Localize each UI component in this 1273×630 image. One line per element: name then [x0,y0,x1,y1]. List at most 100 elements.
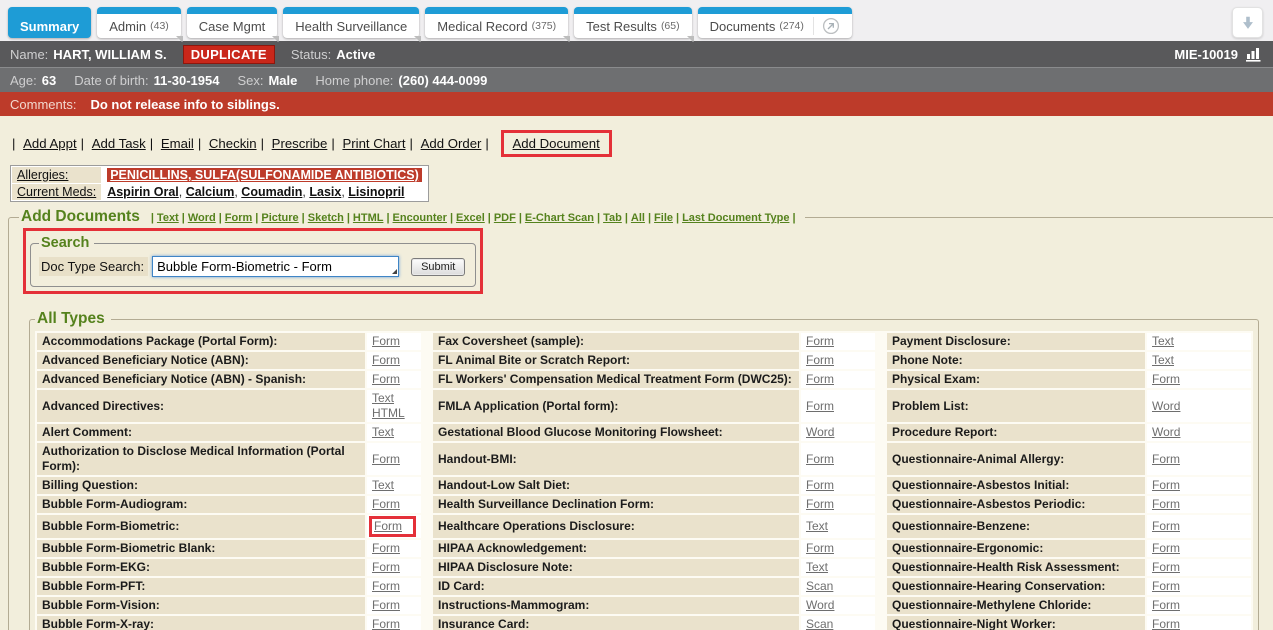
tab-bar-tabs: SummaryAdmin(43)Case MgmtHealth Surveill… [8,7,852,38]
doc-format-cell: Text [1147,352,1251,369]
med-link[interactable]: Aspirin Oral [107,185,179,199]
allergy-values[interactable]: PENICILLINS, SULFA(SULFONAMIDE ANTIBIOTI… [107,168,422,182]
doc-format-link[interactable]: Form [1152,372,1180,386]
tab-health-surveillance[interactable]: Health Surveillance [283,7,419,38]
doc-format-link[interactable]: Form [1152,579,1180,593]
action-link-prescribe[interactable]: Prescribe [272,136,328,151]
doc-format-link[interactable]: Form [372,617,400,630]
doc-format-link[interactable]: Text [806,519,828,533]
doc-format-link[interactable]: Form [1152,519,1180,533]
current-meds-link[interactable]: Current Meds: [17,185,96,199]
tab-medical-record[interactable]: Medical Record(375) [425,7,568,38]
open-in-new-window-icon[interactable] [813,17,840,35]
doc-format-link[interactable]: Form [806,452,834,466]
tab-documents[interactable]: Documents(274) [698,7,852,38]
doc-format-link[interactable]: Form [372,452,400,466]
doc-format-link[interactable]: Form [1152,497,1180,511]
doc-format-link[interactable]: Text [1152,353,1174,367]
doc-format-cell: Text [367,424,421,441]
doc-type-label: Payment Disclosure: [887,333,1145,350]
quick-link-e-chart-scan[interactable]: E-Chart Scan [525,212,594,224]
doc-format-link[interactable]: Form [806,541,834,555]
chart-stats-icon[interactable] [1246,47,1263,62]
doc-format-link[interactable]: Form [372,372,400,386]
doc-format-link[interactable]: Form [1152,598,1180,612]
quick-link-file[interactable]: File [654,212,673,224]
doc-format-link[interactable]: Word [1152,425,1180,439]
doc-format-link[interactable]: Form [1152,617,1180,630]
quick-link-separator: | [792,212,795,224]
doc-format-link[interactable]: Form [372,353,400,367]
doc-format-link[interactable]: Text [372,478,394,492]
doc-format-link[interactable]: Text [1152,334,1174,348]
doc-format-link[interactable]: Form [806,478,834,492]
action-link-print-chart[interactable]: Print Chart [342,136,405,151]
action-link-checkin[interactable]: Checkin [209,136,257,151]
action-link-add-order[interactable]: Add Order [421,136,482,151]
doc-format-link[interactable]: Form [372,334,400,348]
med-link[interactable]: Lisinopril [348,185,404,199]
doc-type-label: Questionnaire-Hearing Conservation: [887,578,1145,595]
quick-link-picture[interactable]: Picture [261,212,298,224]
action-link-email[interactable]: Email [161,136,194,151]
quick-link-form[interactable]: Form [225,212,253,224]
doc-format-link[interactable]: Form [374,519,402,533]
quick-link-text[interactable]: Text [157,212,179,224]
table-row: Bubble Form-Biometric:FormHealthcare Ope… [37,515,1251,538]
quick-link-html[interactable]: HTML [353,212,384,224]
quick-link-tab[interactable]: Tab [603,212,622,224]
doc-format-link[interactable]: Form [806,399,834,413]
doc-format-link[interactable]: Form [806,497,834,511]
quick-link-word[interactable]: Word [188,212,216,224]
action-link-add-document[interactable]: Add Document [513,136,600,151]
quick-link-last-document-type[interactable]: Last Document Type [682,212,789,224]
doc-format-link[interactable]: Form [1152,452,1180,466]
quick-link-encounter[interactable]: Encounter [393,212,447,224]
doc-format-link[interactable]: Scan [806,579,833,593]
download-button[interactable] [1232,7,1263,38]
doc-format-link[interactable]: Form [806,334,834,348]
doc-format-link[interactable]: Word [806,598,834,612]
doc-type-label: Advanced Directives: [37,390,365,422]
quick-link-separator: | [625,212,628,224]
doc-type-search-input[interactable] [152,256,399,277]
doc-format-link[interactable]: Form [372,497,400,511]
tab-case-mgmt[interactable]: Case Mgmt [187,7,277,38]
med-link[interactable]: Coumadin [241,185,302,199]
table-row: Authorization to Disclose Medical Inform… [37,443,1251,475]
doc-format-link[interactable]: Form [1152,560,1180,574]
tab-test-results[interactable]: Test Results(65) [574,7,692,38]
add-documents-legend: Add Documents |Text|Word|Form|Picture|Sk… [19,208,805,226]
quick-link-sketch[interactable]: Sketch [308,212,344,224]
allergies-link[interactable]: Allergies: [17,168,68,182]
doc-format-link[interactable]: Form [372,579,400,593]
doc-format-link[interactable]: Word [806,425,834,439]
quick-link-all[interactable]: All [631,212,645,224]
med-link[interactable]: Calcium [186,185,235,199]
doc-format-link[interactable]: Text [372,425,394,439]
doc-type-label: Insurance Card: [433,616,799,630]
doc-format-link[interactable]: Form [806,353,834,367]
doc-format-link[interactable]: Scan [806,617,833,630]
doc-format-link[interactable]: Form [1152,478,1180,492]
doc-format-link[interactable]: Form [372,560,400,574]
action-link-add-appt[interactable]: Add Appt [23,136,77,151]
doc-format-cell: Scan [801,616,875,630]
submit-button[interactable]: Submit [411,258,465,276]
quick-link-pdf[interactable]: PDF [494,212,516,224]
doc-format-link[interactable]: Form [1152,541,1180,555]
doc-format-link[interactable]: Form [372,598,400,612]
doc-format-link[interactable]: Text [806,560,828,574]
doc-format-link[interactable]: HTML [372,406,405,420]
tab-summary[interactable]: Summary [8,7,91,38]
action-link-add-task[interactable]: Add Task [92,136,146,151]
tab-admin[interactable]: Admin(43) [97,7,181,38]
doc-format-link[interactable]: Word [1152,399,1180,413]
doc-format-link[interactable]: Text [372,391,394,405]
quick-link-excel[interactable]: Excel [456,212,485,224]
med-link[interactable]: Lasix [309,185,341,199]
doc-format-link[interactable]: Form [806,372,834,386]
doc-type-label: Healthcare Operations Disclosure: [433,515,799,538]
doc-type-label: Questionnaire-Asbestos Periodic: [887,496,1145,513]
doc-format-link[interactable]: Form [372,541,400,555]
